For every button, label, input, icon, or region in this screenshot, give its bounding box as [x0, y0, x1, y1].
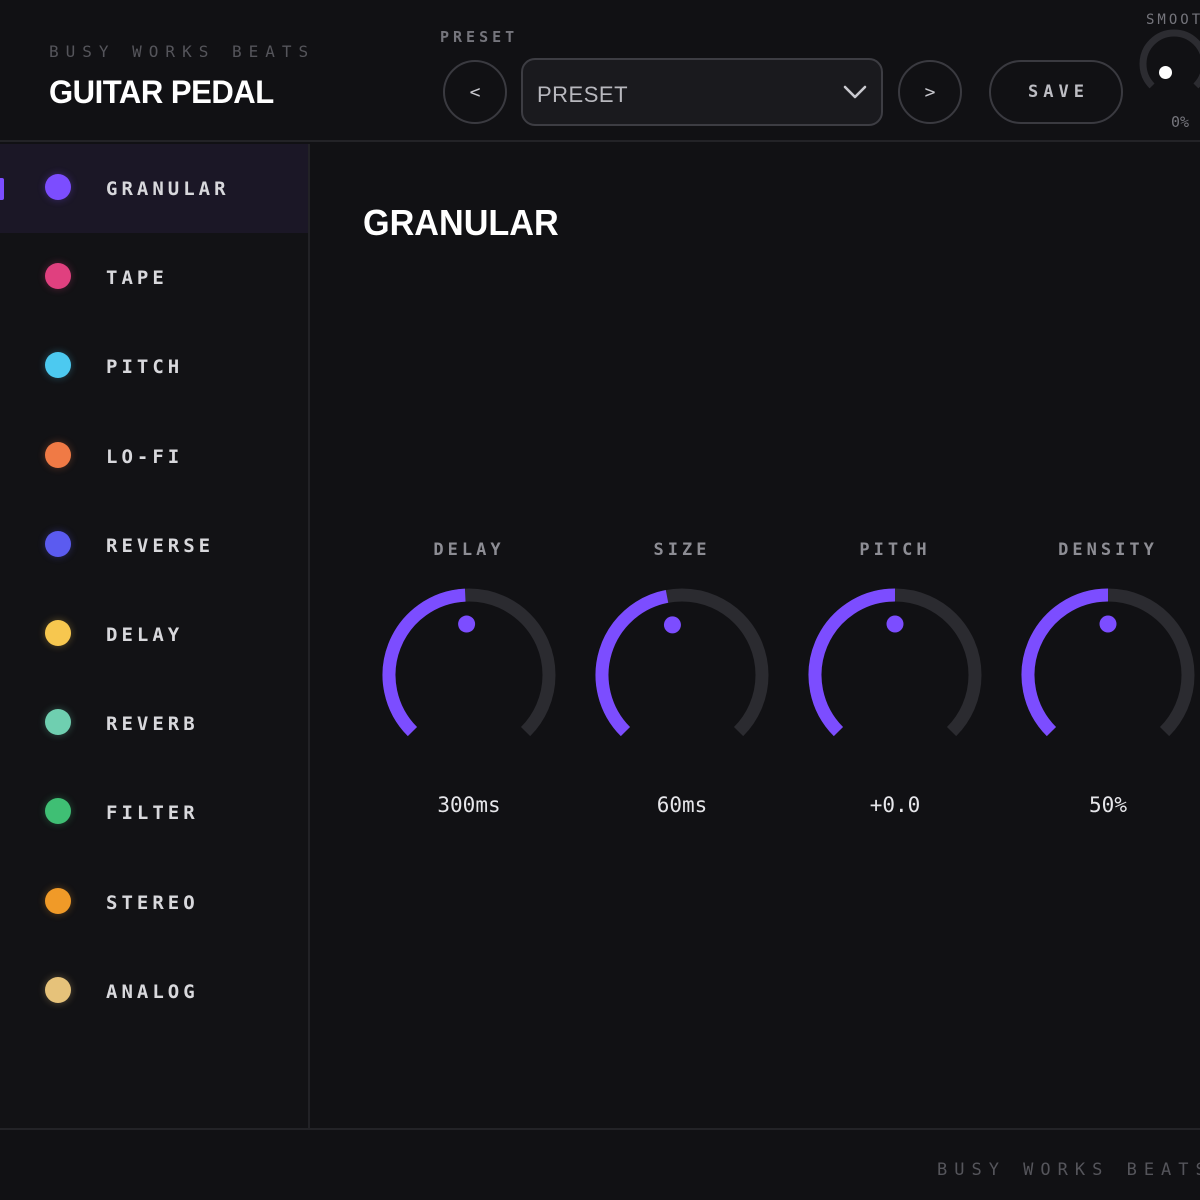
smooth-value: 0% [1171, 113, 1190, 131]
sidebar-item-pitch[interactable]: PITCH [0, 322, 308, 411]
knob-label: DENSITY [1058, 540, 1158, 560]
knob-size: SIZE 60ms [587, 540, 777, 830]
effect-panel: GRANULAR DELAY 300ms SIZE 60ms PITCH +0.0 DENS… [312, 144, 1200, 1130]
effect-color-dot [45, 887, 71, 914]
active-indicator [0, 178, 4, 200]
knob-dial[interactable] [800, 580, 990, 750]
knob-value-arc [1021, 588, 1109, 737]
sidebar-item-label: STEREO [106, 891, 199, 914]
effect-color-dot [45, 441, 71, 468]
effect-color-dot [45, 798, 71, 825]
knob-delay: DELAY 300ms [374, 540, 564, 830]
footer-brand: BUSY WORKS BEATS [937, 1160, 1200, 1180]
knob-label: DELAY [433, 540, 505, 560]
effect-color-dot [45, 263, 71, 290]
preset-label: PRESET [440, 28, 519, 46]
smooth-knob-indicator [1159, 65, 1173, 79]
knob-value: +0.0 [869, 793, 921, 817]
effect-title: GRANULAR [363, 202, 559, 243]
knob-indicator-dot [663, 616, 681, 634]
knob-value-arc [595, 590, 669, 737]
sidebar-item-tape[interactable]: TAPE [0, 233, 308, 322]
previous-preset-label: < [469, 81, 481, 103]
knob-label: PITCH [859, 540, 931, 560]
footer-bar: BUSY WORKS BEATS [0, 1128, 1200, 1200]
effect-color-dot [45, 709, 71, 736]
sidebar-item-label: PITCH [106, 356, 184, 379]
smooth-knob[interactable] [1134, 24, 1200, 104]
sidebar-item-reverb[interactable]: REVERB [0, 679, 308, 768]
sidebar-item-delay[interactable]: DELAY [0, 590, 308, 679]
knob-dial[interactable] [587, 580, 777, 750]
preset-dropdown-value: PRESET [537, 82, 629, 107]
next-preset-button[interactable]: > [898, 60, 962, 124]
header-bar: BUSY WORKS BEATS GUITAR PEDAL PRESET < P… [0, 0, 1200, 142]
knob-value: 60ms [656, 793, 708, 817]
sidebar-item-label: GRANULAR [106, 178, 230, 200]
sidebar-item-analog[interactable]: ANALOG [0, 947, 308, 1036]
sidebar-item-reverse[interactable]: REVERSE [0, 501, 308, 590]
brand-name: BUSY WORKS BEATS [49, 42, 316, 61]
knob-value-arc [382, 588, 466, 737]
effect-color-dot [45, 620, 71, 646]
preset-dropdown[interactable]: PRESET [521, 58, 883, 126]
knob-value: 300ms [437, 793, 501, 817]
previous-preset-button[interactable]: < [443, 60, 507, 124]
smooth-knob-track [1139, 29, 1200, 89]
sidebar-item-label: TAPE [106, 267, 168, 290]
effects-sidebar: GRANULAR TAPE PITCH LO-FI REVERSE DELAY REVERB… [0, 144, 310, 1130]
effect-color-dot [45, 530, 71, 557]
save-button-label: SAVE [1028, 82, 1089, 102]
sidebar-item-label: REVERB [106, 713, 199, 736]
knob-pitch: PITCH +0.0 [800, 540, 990, 830]
effect-color-dot [45, 352, 71, 379]
chevron-down-icon [843, 85, 867, 99]
sidebar-item-label: ANALOG [106, 980, 199, 1003]
knob-value: 50% [1089, 793, 1127, 817]
effect-color-dot [45, 174, 71, 200]
sidebar-item-granular[interactable]: GRANULAR [0, 144, 308, 233]
sidebar-item-label: FILTER [106, 802, 199, 825]
knob-value-arc [808, 588, 896, 737]
knob-dial[interactable] [1013, 580, 1200, 750]
knob-indicator-dot [1099, 615, 1117, 633]
sidebar-item-label: DELAY [106, 624, 184, 646]
app-title: GUITAR PEDAL [49, 74, 274, 110]
knob-indicator-dot [886, 615, 904, 633]
knob-dial[interactable] [374, 580, 564, 750]
knob-indicator-dot [458, 615, 476, 633]
knob-label: SIZE [653, 540, 711, 560]
effect-color-dot [45, 976, 71, 1003]
sidebar-item-label: LO-FI [106, 445, 184, 468]
sidebar-item-label: REVERSE [106, 534, 215, 557]
sidebar-item-lo-fi[interactable]: LO-FI [0, 412, 308, 501]
sidebar-item-stereo[interactable]: STEREO [0, 858, 308, 947]
sidebar-item-filter[interactable]: FILTER [0, 768, 308, 857]
save-button[interactable]: SAVE [989, 60, 1123, 124]
next-preset-label: > [924, 81, 936, 103]
knob-density: DENSITY 50% [1013, 540, 1200, 830]
